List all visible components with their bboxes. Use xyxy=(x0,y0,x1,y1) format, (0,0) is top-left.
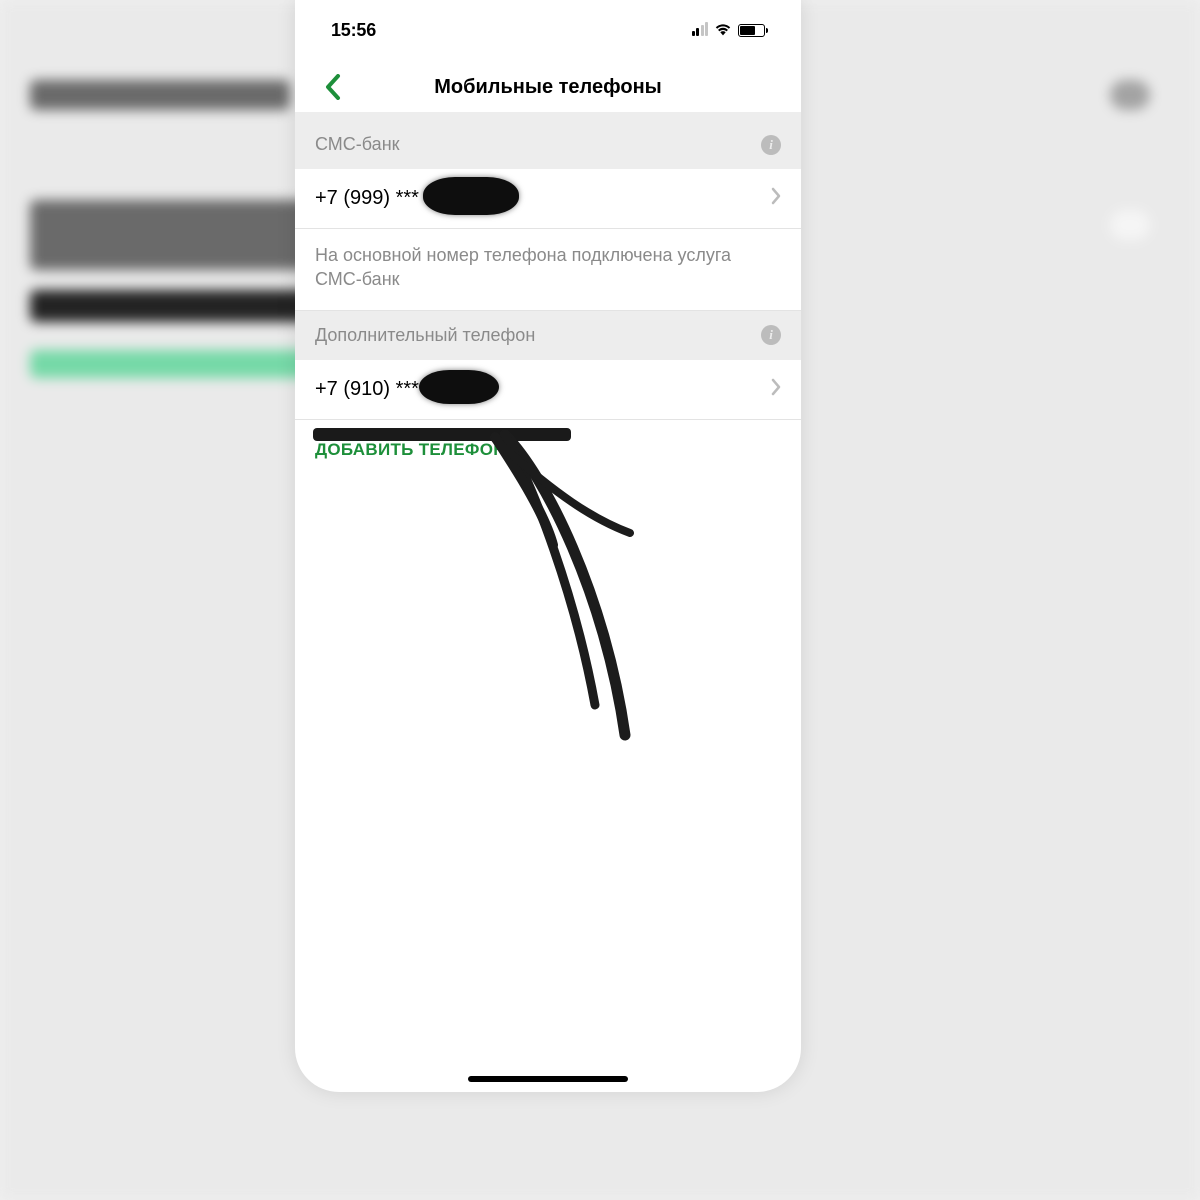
phone-number-primary: +7 (999) *** xyxy=(315,187,419,210)
chevron-right-icon xyxy=(771,378,781,401)
redaction-bar xyxy=(313,428,571,441)
status-time: 15:56 xyxy=(331,20,376,41)
battery-icon xyxy=(738,24,765,37)
chevron-right-icon xyxy=(771,187,781,210)
cellular-signal-icon xyxy=(692,24,709,36)
phone-row-primary[interactable]: +7 (999) *** xyxy=(295,169,801,229)
status-bar: 15:56 xyxy=(295,6,801,54)
status-indicators xyxy=(692,23,766,37)
phone-row-additional[interactable]: +7 (910) *** 7766 xyxy=(295,360,801,420)
add-phone-label: ДОБАВИТЬ ТЕЛЕФОН xyxy=(315,440,781,460)
back-button[interactable] xyxy=(313,67,353,107)
phone-screen: 15:56 Мобильные телефоны СМС-банк i +7 (… xyxy=(295,0,801,1092)
home-indicator[interactable] xyxy=(468,1076,628,1082)
page-title: Мобильные телефоны xyxy=(295,76,801,99)
navigation-bar: Мобильные телефоны xyxy=(295,62,801,112)
section-header-sms-bank: СМС-банк i xyxy=(295,120,801,169)
section-header-label: СМС-банк xyxy=(315,134,400,155)
info-icon[interactable]: i xyxy=(761,325,781,345)
section-header-additional: Дополнительный телефон i xyxy=(295,311,801,360)
info-icon[interactable]: i xyxy=(761,135,781,155)
wifi-icon xyxy=(714,23,732,37)
section-header-label: Дополнительный телефон xyxy=(315,325,535,346)
phone-number-additional: +7 (910) *** 7766 xyxy=(315,378,469,401)
phone-description: На основной номер телефона подключена ус… xyxy=(315,243,781,292)
phone-description-row: На основной номер телефона подключена ус… xyxy=(295,229,801,311)
